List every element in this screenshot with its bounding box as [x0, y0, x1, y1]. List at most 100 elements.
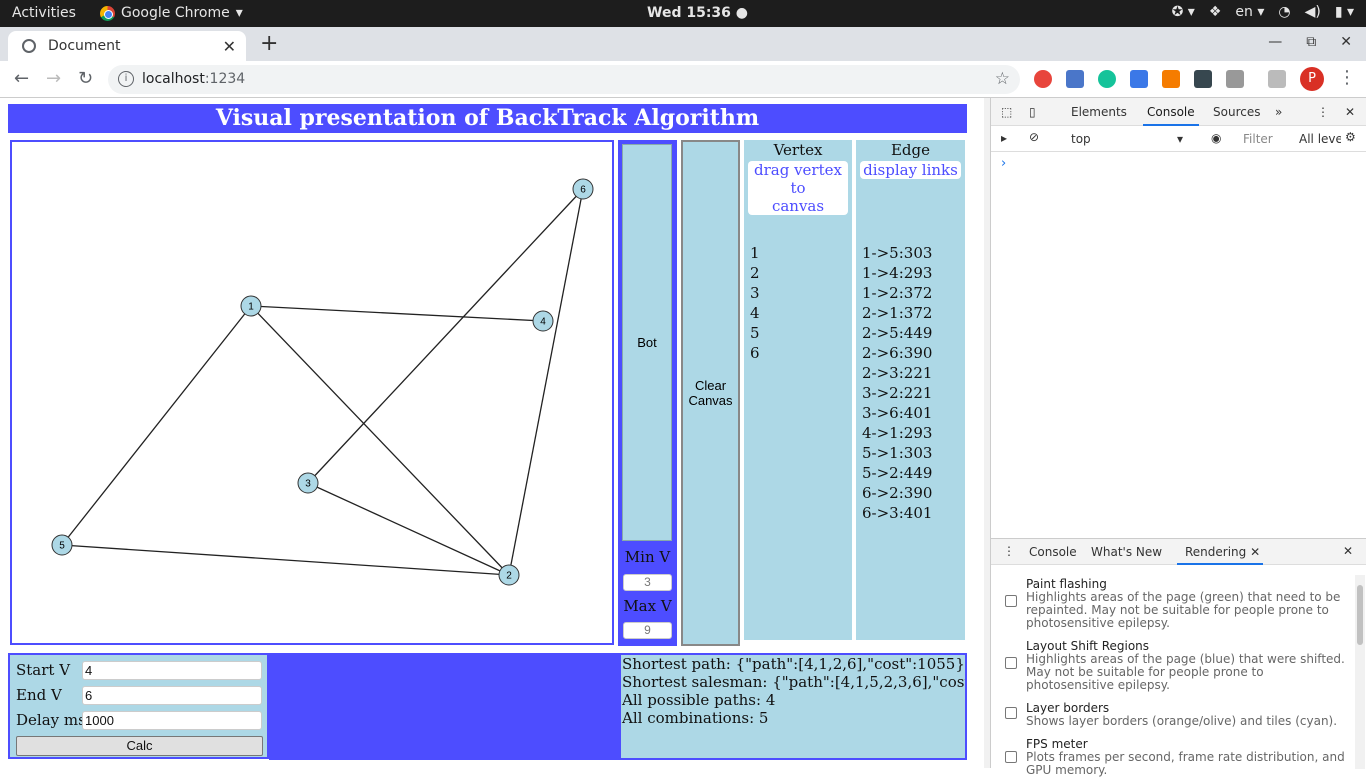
layout-shift-desc: Highlights areas of the page (blue) that…: [1026, 652, 1345, 692]
extension-edit-icon[interactable]: [1130, 70, 1148, 88]
max-v-input[interactable]: 9: [623, 622, 672, 639]
accessibility-icon[interactable]: ✪ ▾: [1172, 4, 1195, 20]
graph-edge-3-6: [307, 188, 584, 484]
eye-icon[interactable]: ◉: [1211, 131, 1221, 145]
tab-title: Document: [48, 38, 121, 54]
tab-elements[interactable]: Elements: [1071, 105, 1127, 119]
address-bar[interactable]: i localhost:1234 ☆: [108, 65, 1020, 94]
calc-button[interactable]: Calc: [16, 736, 263, 756]
graph-vertex-5[interactable]: 5: [51, 534, 73, 556]
drawer-tab-rendering[interactable]: Rendering ✕: [1185, 545, 1260, 559]
shortest-salesman-text: Shortest salesman: {"path":[4,1,5,2,3,6]…: [622, 673, 965, 691]
language-indicator[interactable]: en ▾: [1235, 4, 1264, 20]
close-tab-icon[interactable]: ✕: [223, 37, 236, 56]
vertex-header: Vertex: [773, 141, 823, 159]
graph-vertex-label: 3: [305, 479, 311, 490]
drag-vertex-source[interactable]: drag vertex to canvas: [748, 161, 848, 215]
minimize-icon[interactable]: —: [1268, 34, 1282, 50]
drawer-tab-whats-new[interactable]: What's New: [1091, 545, 1162, 559]
vertex-list-item: 3: [750, 284, 760, 302]
extension-megaphone-icon[interactable]: [1162, 70, 1180, 88]
settings-gear-icon[interactable]: ⚙: [1345, 130, 1356, 144]
app-menu[interactable]: Google Chrome ▾: [100, 5, 243, 21]
end-v-label: End V: [16, 686, 62, 704]
edge-list-item: 2->1:372: [862, 304, 933, 322]
close-window-icon[interactable]: ✕: [1340, 34, 1352, 50]
inspect-icon[interactable]: ⬚: [1001, 105, 1012, 119]
activities-button[interactable]: Activities: [12, 5, 76, 21]
console-filter-input[interactable]: Filter: [1243, 132, 1287, 146]
tab-console[interactable]: Console: [1143, 105, 1199, 126]
clear-canvas-button[interactable]: Clear Canvas: [681, 140, 740, 646]
bot-button[interactable]: Bot: [622, 144, 672, 541]
layout-shift-checkbox[interactable]: [1005, 657, 1017, 669]
layer-borders-checkbox[interactable]: [1005, 707, 1017, 719]
tab-sources[interactable]: Sources: [1213, 105, 1260, 119]
restore-icon[interactable]: ⧉: [1306, 34, 1316, 50]
extension-opera-icon[interactable]: [1034, 70, 1052, 88]
clear-console-icon[interactable]: ⊘: [1029, 130, 1039, 144]
delay-input[interactable]: 1000: [82, 711, 262, 730]
graph-svg[interactable]: 1 2 3 4 5 6: [12, 142, 612, 643]
back-icon[interactable]: ←: [14, 68, 29, 89]
info-icon[interactable]: i: [118, 71, 134, 87]
edge-list-item: 1->5:303: [862, 244, 933, 262]
graph-vertex-2[interactable]: 2: [498, 564, 520, 586]
fps-meter-desc: Plots frames per second, frame rate dist…: [1026, 750, 1345, 777]
drawer-menu-icon[interactable]: ⋮: [1003, 544, 1015, 558]
graph-vertex-3[interactable]: 3: [297, 472, 319, 494]
display-links-button[interactable]: display links: [860, 161, 961, 179]
clock[interactable]: Wed 15:36 ●: [647, 5, 748, 21]
browser-tab[interactable]: Document ✕: [8, 31, 246, 61]
extension-vue-icon[interactable]: [1226, 70, 1244, 88]
close-rendering-tab-icon[interactable]: ✕: [1250, 545, 1260, 559]
results-panel: Shortest path: {"path":[4,1,2,6],"cost":…: [619, 653, 967, 760]
edge-list-item: 4->1:293: [862, 424, 933, 442]
devtools-menu-icon[interactable]: ⋮: [1317, 105, 1329, 119]
device-toolbar-icon[interactable]: ▯: [1029, 105, 1036, 119]
start-v-label: Start V: [16, 661, 71, 679]
window-controls: — ⧉ ✕: [1268, 34, 1352, 50]
page-content: Visual presentation of BackTrack Algorit…: [0, 98, 990, 768]
url-host: localhost: [142, 71, 205, 87]
globe-icon: [22, 39, 36, 53]
bookmark-star-icon[interactable]: ☆: [995, 69, 1010, 89]
close-devtools-icon[interactable]: ✕: [1345, 105, 1355, 119]
graph-vertex-6[interactable]: 6: [572, 178, 594, 200]
vertex-hint-line2: canvas: [771, 197, 825, 215]
paint-flashing-checkbox[interactable]: [1005, 595, 1017, 607]
drawer-scrollbar[interactable]: [1355, 575, 1365, 769]
extension-media-icon[interactable]: [1268, 70, 1286, 88]
start-v-input[interactable]: 4: [82, 661, 262, 680]
layout-shift-title: Layout Shift Regions: [1026, 639, 1150, 653]
extension-video-icon[interactable]: [1194, 70, 1212, 88]
graph-vertex-1[interactable]: 1: [240, 295, 262, 317]
extension-translate-icon[interactable]: [1066, 70, 1084, 88]
page-title: Visual presentation of BackTrack Algorit…: [8, 104, 967, 133]
fps-meter-checkbox[interactable]: [1005, 751, 1017, 763]
sidebar-toggle-icon[interactable]: ▸: [1001, 131, 1007, 145]
menu-kebab-icon[interactable]: ⋮: [1338, 67, 1356, 88]
reload-icon[interactable]: ↻: [78, 68, 93, 89]
profile-avatar[interactable]: P: [1300, 67, 1324, 91]
drawer-tab-console[interactable]: Console: [1029, 545, 1077, 559]
log-levels-select[interactable]: All levels: [1299, 132, 1341, 146]
graph-canvas[interactable]: 1 2 3 4 5 6: [10, 140, 614, 645]
console-prompt[interactable]: ›: [1001, 156, 1006, 171]
graph-vertex-4[interactable]: 4: [532, 310, 554, 332]
forward-icon[interactable]: →: [46, 68, 61, 89]
context-selector[interactable]: top ▾: [1071, 132, 1191, 146]
close-drawer-icon[interactable]: ✕: [1343, 544, 1353, 558]
system-tray[interactable]: ✪ ▾ ❖ en ▾ ◔ ◀) ▮ ▾: [1172, 4, 1354, 20]
chrome-icon: [100, 5, 115, 21]
clear-label-line1: Clear: [694, 378, 727, 393]
extension-grammarly-icon[interactable]: [1098, 70, 1116, 88]
min-v-input[interactable]: 3: [623, 574, 672, 591]
more-tabs-icon[interactable]: »: [1275, 105, 1282, 119]
new-tab-button[interactable]: +: [260, 31, 278, 56]
dropbox-icon[interactable]: ❖: [1209, 4, 1222, 20]
vertex-list-item: 1: [750, 244, 760, 262]
all-combinations-text: All combinations: 5: [622, 709, 769, 727]
end-v-input[interactable]: 6: [82, 686, 262, 705]
vertex-list-item: 6: [750, 344, 760, 362]
